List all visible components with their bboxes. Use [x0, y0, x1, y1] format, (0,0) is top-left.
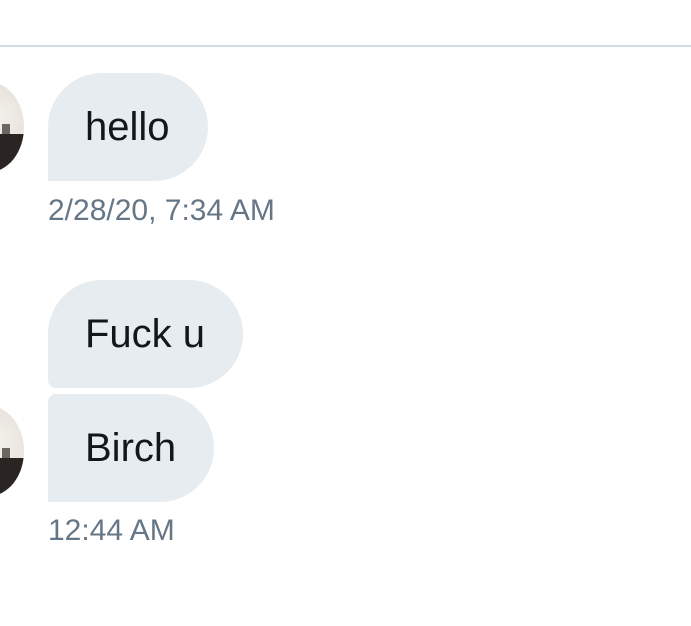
message-bubble[interactable]: Fuck u	[48, 280, 244, 388]
sender-avatar[interactable]	[0, 406, 24, 496]
message-text: Birch	[85, 426, 177, 470]
message-text: Fuck u	[85, 312, 206, 356]
message-bubble[interactable]: Birch	[48, 394, 215, 502]
message-text: hello	[85, 105, 170, 149]
header-divider	[0, 45, 691, 47]
message-timestamp: 12:44 AM	[48, 514, 175, 547]
message-bubble[interactable]: hello	[48, 73, 208, 181]
message-timestamp: 2/28/20, 7:34 AM	[48, 194, 275, 227]
dm-conversation: hello 2/28/20, 7:34 AM Fuck u Birch 12:4…	[0, 0, 691, 626]
sender-avatar[interactable]	[0, 82, 24, 172]
